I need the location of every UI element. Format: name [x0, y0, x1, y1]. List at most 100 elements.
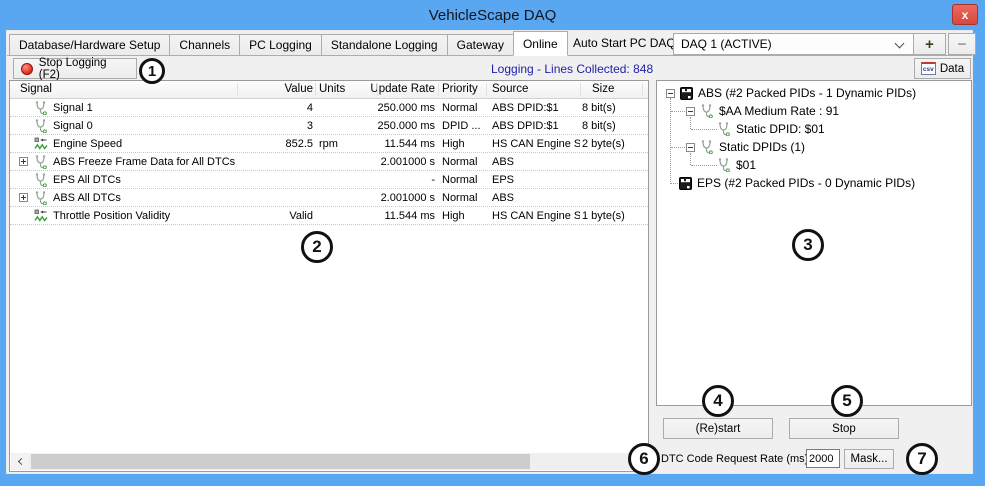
dtc-request-rate-label: DTC Code Request Rate (ms)	[661, 453, 808, 465]
auto-start-checkbox-group[interactable]: ✓ Auto Start PC DAQ	[553, 36, 676, 50]
dtc-request-rate-input[interactable]	[806, 449, 840, 468]
remove-daq-button[interactable]: −	[948, 33, 976, 55]
cell-size: 8 bit(s)	[582, 102, 616, 114]
cell-value: 3	[230, 120, 313, 132]
waveform-icon	[34, 209, 48, 223]
column-header-size[interactable]: Size	[592, 83, 614, 95]
cell-priority: DPID ...	[442, 120, 481, 132]
horizontal-scrollbar[interactable]	[11, 453, 647, 470]
annotation-circle-1: 1	[139, 58, 165, 84]
scrollbar-thumb[interactable]	[31, 454, 530, 469]
stop-button-label: Stop	[832, 423, 856, 435]
expand-icon[interactable]	[19, 193, 28, 202]
restart-button[interactable]: (Re)start	[663, 418, 773, 439]
cell-update-rate: 250.000 ms	[340, 120, 435, 132]
tree-node-dpid-01[interactable]: $01	[717, 156, 756, 174]
add-daq-button[interactable]: +	[913, 33, 946, 55]
tab-strip: Database/Hardware Setup Channels PC Logg…	[7, 31, 972, 56]
tree-connector	[671, 111, 685, 112]
daq-selector-value: DAQ 1 (ACTIVE)	[681, 37, 772, 51]
tree-node-label: $01	[736, 158, 756, 172]
probe-icon	[34, 119, 48, 133]
logging-status-text: Logging - Lines Collected: 848	[491, 62, 653, 76]
mask-button[interactable]: Mask...	[844, 449, 894, 469]
waveform-icon	[34, 137, 48, 151]
column-divider	[315, 83, 316, 96]
table-row[interactable]: Throttle Position Validity Valid 11.544 …	[10, 207, 648, 225]
table-row[interactable]: Signal 1 4 250.000 ms Normal ABS DPID:$1…	[10, 99, 648, 117]
tree-node-label: EPS (#2 Packed PIDs - 0 Dynamic PIDs)	[697, 176, 915, 190]
cell-value: Valid	[230, 210, 313, 222]
collapse-icon[interactable]	[666, 89, 675, 98]
tab-database-hardware-setup[interactable]: Database/Hardware Setup	[9, 34, 170, 56]
probe-icon	[717, 122, 731, 136]
annotation-circle-3: 3	[792, 229, 824, 261]
column-divider	[438, 83, 439, 96]
column-divider	[580, 83, 581, 96]
collapse-icon[interactable]	[686, 107, 695, 116]
signal-table-header[interactable]: Signal Value Units Update Rate Priority …	[10, 81, 648, 99]
window-title: VehicleScape DAQ	[429, 7, 557, 24]
close-button[interactable]: x	[952, 4, 978, 25]
column-header-source[interactable]: Source	[492, 83, 528, 95]
cell-signal: Engine Speed	[53, 138, 122, 150]
cell-value: 4	[230, 102, 313, 114]
stop-logging-button[interactable]: Stop Logging (F2)	[13, 58, 137, 79]
stop-logging-label: Stop Logging (F2)	[39, 57, 129, 81]
column-header-update-rate[interactable]: Update Rate	[340, 83, 435, 95]
cell-size: 1 byte(s)	[582, 210, 625, 222]
annotation-circle-4: 4	[702, 385, 734, 417]
cell-signal: Signal 1	[53, 102, 93, 114]
probe-icon	[34, 191, 48, 205]
scroll-left-button[interactable]	[12, 454, 29, 469]
table-row[interactable]: Signal 0 3 250.000 ms DPID ... ABS DPID:…	[10, 117, 648, 135]
close-icon: x	[962, 8, 969, 22]
tree-connector	[691, 165, 717, 166]
cell-signal: Signal 0	[53, 120, 93, 132]
minus-icon: −	[958, 36, 967, 53]
table-row[interactable]: ABS Freeze Frame Data for All DTCs 2.001…	[10, 153, 648, 171]
restart-button-label: (Re)start	[696, 423, 741, 435]
table-row[interactable]: Engine Speed 852.5 rpm 11.544 ms High HS…	[10, 135, 648, 153]
data-button[interactable]: csv Data	[914, 58, 971, 79]
ecu-icon	[679, 177, 692, 190]
column-header-signal[interactable]: Signal	[20, 83, 52, 95]
cell-priority: Normal	[442, 174, 477, 186]
cell-source: ABS	[492, 156, 580, 168]
daq-selector-dropdown[interactable]: DAQ 1 (ACTIVE)	[673, 33, 914, 55]
record-icon	[21, 63, 33, 75]
tree-node-eps[interactable]: EPS (#2 Packed PIDs - 0 Dynamic PIDs)	[679, 174, 915, 192]
cell-update-rate: 2.001000 s	[340, 156, 435, 168]
signal-table-pane: Signal Value Units Update Rate Priority …	[9, 80, 649, 472]
cell-signal: EPS All DTCs	[53, 174, 121, 186]
cell-priority: Normal	[442, 156, 477, 168]
collapse-icon[interactable]	[686, 143, 695, 152]
cell-source: EPS	[492, 174, 580, 186]
column-header-priority[interactable]: Priority	[442, 83, 478, 95]
chevron-left-icon	[18, 458, 25, 465]
table-row[interactable]: ABS All DTCs 2.001000 s Normal ABS	[10, 189, 648, 207]
stop-button[interactable]: Stop	[789, 418, 899, 439]
expand-icon[interactable]	[19, 157, 28, 166]
tree-node-static-dpid-01[interactable]: Static DPID: $01	[717, 120, 825, 138]
table-row[interactable]: EPS All DTCs - Normal EPS	[10, 171, 648, 189]
cell-signal: ABS Freeze Frame Data for All DTCs	[53, 156, 235, 168]
tab-standalone-logging[interactable]: Standalone Logging	[321, 34, 448, 56]
tab-online[interactable]: Online	[513, 31, 568, 56]
tab-channels[interactable]: Channels	[169, 34, 240, 56]
cell-priority: High	[442, 138, 465, 150]
title-bar[interactable]: VehicleScape DAQ x	[0, 0, 985, 30]
mask-button-label: Mask...	[850, 453, 887, 465]
tree-node-static-dpids[interactable]: Static DPIDs (1)	[686, 138, 805, 156]
column-header-value[interactable]: Value	[230, 83, 313, 95]
tree-node-abs[interactable]: ABS (#2 Packed PIDs - 1 Dynamic PIDs)	[666, 84, 916, 102]
cell-update-rate: -	[340, 174, 435, 186]
tab-pc-logging[interactable]: PC Logging	[239, 34, 322, 56]
tree-node-aa-medium-rate[interactable]: $AA Medium Rate : 91	[686, 102, 839, 120]
tree-connector	[671, 147, 685, 148]
tab-gateway[interactable]: Gateway	[447, 34, 514, 56]
cell-priority: High	[442, 210, 465, 222]
cell-priority: Normal	[442, 102, 477, 114]
cell-update-rate: 11.544 ms	[340, 138, 435, 150]
column-divider	[237, 83, 238, 96]
